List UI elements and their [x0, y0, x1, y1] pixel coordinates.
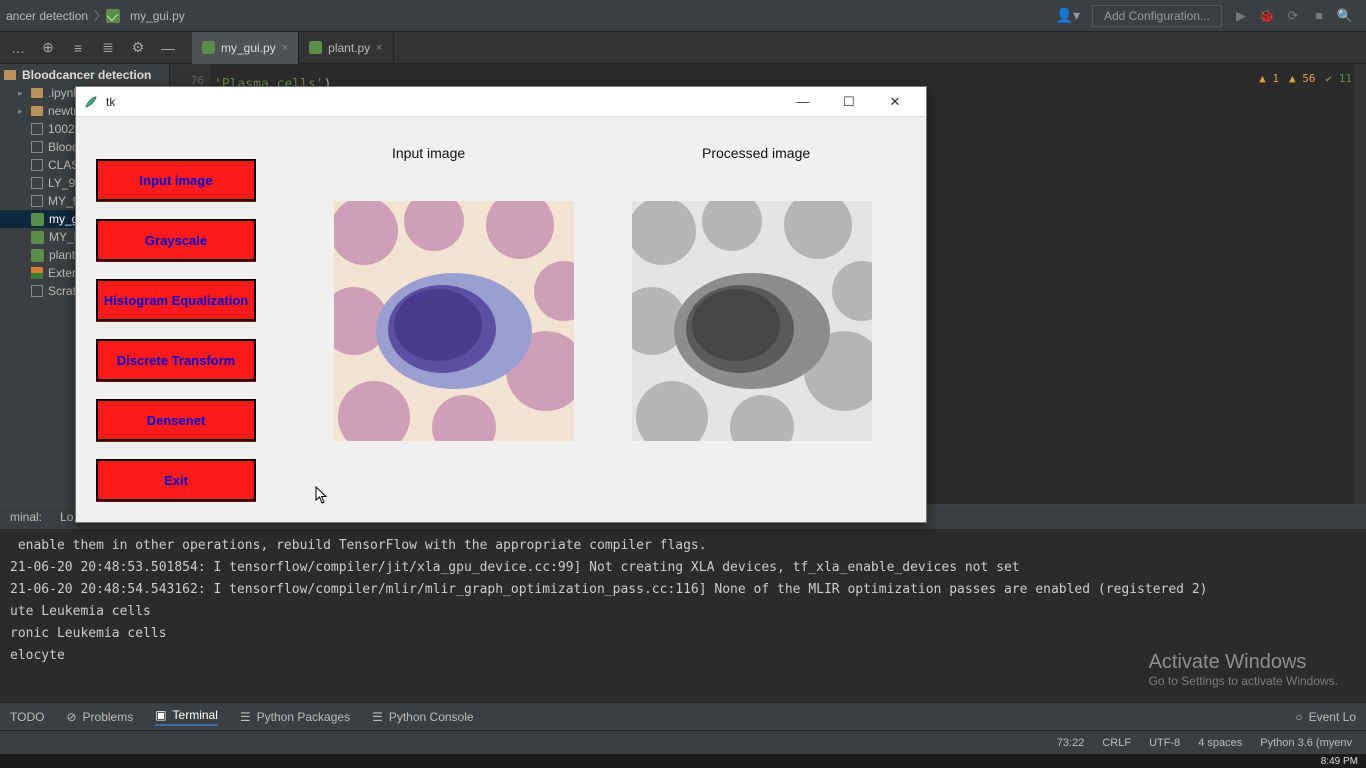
weak-warning-icon: ▲ 56	[1289, 72, 1316, 85]
python-interpreter[interactable]: Python 3.6 (myenv	[1260, 737, 1352, 749]
typo-icon: ✔ 11	[1326, 72, 1353, 85]
minimize-button[interactable]: —	[780, 87, 826, 117]
densenet-button[interactable]: Densenet	[96, 399, 256, 441]
scratch-icon	[31, 285, 43, 297]
run-configuration-dropdown[interactable]: Add Configuration...	[1092, 5, 1222, 27]
mouse-cursor-icon	[315, 486, 329, 504]
editor-tabs: my_gui.py × plant.py ×	[192, 32, 394, 64]
ide-breadcrumb-bar: ancer detection 〉 my_gui.py 👤▾ Add Confi…	[0, 0, 1366, 32]
discrete-transform-button[interactable]: Discrete Transform	[96, 339, 256, 381]
input-image-label: Input image	[392, 145, 465, 161]
file-icon	[31, 195, 43, 207]
terminal-panel: minal: Lo... enable them in other operat…	[0, 504, 1366, 702]
indent-settings[interactable]: 4 spaces	[1198, 737, 1242, 749]
bottom-tool-bar: TODO ⊘ Problems ▣ Terminal ☰ Python Pack…	[0, 702, 1366, 730]
editor-tab-plant[interactable]: plant.py ×	[299, 32, 393, 64]
editor-tab-my-gui[interactable]: my_gui.py ×	[192, 32, 299, 64]
line-separator[interactable]: CRLF	[1102, 737, 1131, 749]
activate-windows-watermark: Activate Windows Go to Settings to activ…	[1149, 651, 1338, 688]
problems-tool[interactable]: ⊘ Problems	[66, 710, 133, 724]
breadcrumb-project[interactable]: ancer detection	[0, 9, 94, 23]
python-file-icon	[309, 41, 322, 54]
expand-icon[interactable]: ≡	[70, 40, 86, 56]
python-file-icon	[31, 231, 44, 244]
editor-tab-label: my_gui.py	[221, 41, 276, 55]
python-packages-tool[interactable]: ☰ Python Packages	[240, 710, 350, 724]
input-image	[334, 201, 574, 441]
coverage-icon[interactable]: ⟳	[1286, 9, 1300, 23]
project-root-label: Bloodcancer detection	[22, 68, 151, 82]
tk-titlebar[interactable]: tk — ☐ ✕	[76, 87, 926, 117]
taskbar-clock[interactable]: 8:49 PM	[1321, 756, 1358, 767]
grayscale-button[interactable]: Grayscale	[96, 219, 256, 261]
file-icon	[31, 177, 43, 189]
close-icon[interactable]: ×	[282, 42, 288, 54]
tk-feather-icon	[84, 95, 98, 109]
folder-icon	[4, 70, 16, 80]
processed-image	[632, 201, 872, 441]
inspection-widget[interactable]: ▲ 1 ▲ 56 ✔ 11	[1259, 72, 1352, 85]
breadcrumb-separator: 〉	[94, 7, 106, 24]
processed-image-label: Processed image	[702, 145, 810, 161]
lib-icon	[31, 267, 43, 279]
breadcrumb-file[interactable]: my_gui.py	[124, 9, 191, 23]
python-file-icon	[31, 213, 44, 226]
close-icon[interactable]: ×	[376, 42, 382, 54]
python-file-icon	[106, 9, 120, 23]
run-icon[interactable]: ▶	[1234, 9, 1248, 23]
event-log-tool[interactable]: ○ Event Lo	[1295, 710, 1356, 724]
tk-title: tk	[106, 95, 115, 109]
debug-icon[interactable]: 🐞	[1260, 9, 1274, 23]
tk-body: Input image Grayscale Histogram Equaliza…	[76, 117, 926, 522]
ide-toolbar: … ⊕ ≡ ≣ ⚙ — my_gui.py × plant.py ×	[0, 32, 1366, 64]
project-root[interactable]: Bloodcancer detection	[0, 66, 169, 84]
code-with-me-icon[interactable]: 👤▾	[1056, 7, 1080, 24]
exit-button[interactable]: Exit	[96, 459, 256, 501]
file-encoding[interactable]: UTF-8	[1149, 737, 1180, 749]
folder-icon	[31, 106, 43, 116]
terminal-tool[interactable]: ▣ Terminal	[155, 708, 218, 726]
collapse-icon[interactable]: ≣	[100, 40, 116, 56]
warning-icon: ▲ 1	[1259, 72, 1279, 85]
status-bar: 73:22 CRLF UTF-8 4 spaces Python 3.6 (my…	[0, 730, 1366, 754]
hide-icon[interactable]: —	[160, 40, 176, 56]
stop-icon[interactable]: ■	[1312, 9, 1326, 23]
input-image-button[interactable]: Input image	[96, 159, 256, 201]
file-icon	[31, 123, 43, 135]
file-icon	[31, 159, 43, 171]
editor-tab-label: plant.py	[328, 41, 370, 55]
windows-taskbar[interactable]: 8:49 PM	[0, 754, 1366, 768]
activate-title: Activate Windows	[1149, 651, 1338, 674]
file-icon	[31, 141, 43, 153]
python-file-icon	[31, 249, 44, 262]
caret-position[interactable]: 73:22	[1057, 737, 1085, 749]
activate-subtitle: Go to Settings to activate Windows.	[1149, 674, 1338, 688]
search-icon[interactable]: 🔍	[1338, 9, 1352, 23]
tool-icon[interactable]: …	[10, 40, 26, 56]
tk-window: tk — ☐ ✕ Input image Grayscale Histogram…	[75, 86, 927, 523]
maximize-button[interactable]: ☐	[826, 87, 872, 117]
python-file-icon	[202, 41, 215, 54]
terminal-label: minal:	[10, 510, 42, 524]
todo-tool[interactable]: TODO	[10, 710, 44, 724]
tk-button-column: Input image Grayscale Histogram Equaliza…	[96, 159, 256, 501]
histogram-eq-button[interactable]: Histogram Equalization	[96, 279, 256, 321]
gear-icon[interactable]: ⚙	[130, 40, 146, 56]
folder-icon	[31, 88, 43, 98]
target-icon[interactable]: ⊕	[40, 40, 56, 56]
editor-minimap[interactable]	[1354, 64, 1366, 504]
close-button[interactable]: ✕	[872, 87, 918, 117]
python-console-tool[interactable]: ☰ Python Console	[372, 710, 474, 724]
